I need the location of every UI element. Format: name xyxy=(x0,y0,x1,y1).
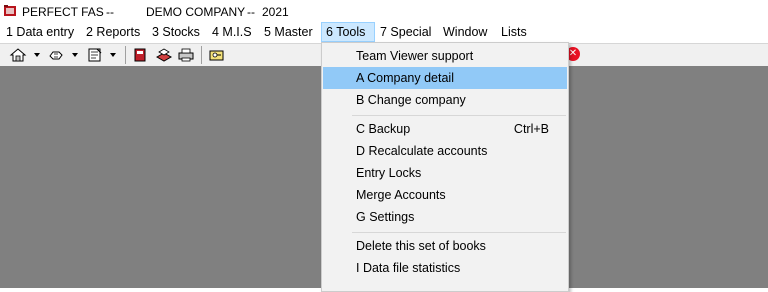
menu-item-shortcut: Ctrl+B xyxy=(513,122,549,136)
chevron-down-icon[interactable] xyxy=(110,53,116,57)
menu-mis[interactable]: 4 M.I.S xyxy=(208,22,256,42)
toolbar-divider xyxy=(125,46,126,64)
notepad-icon[interactable] xyxy=(86,47,104,63)
menu-item-delete-books[interactable]: Delete this set of books xyxy=(323,235,567,257)
menu-reports[interactable]: 2 Reports xyxy=(82,22,144,42)
company-name: DEMO COMPANY xyxy=(146,5,246,19)
menu-data-entry[interactable]: 1 Data entry xyxy=(2,22,78,42)
menu-item-label: A Company detail xyxy=(356,71,454,85)
toolbar-divider xyxy=(201,46,202,64)
menu-item-recalculate-accounts[interactable]: D Recalculate accounts xyxy=(323,140,567,162)
menu-item-label: Merge Accounts xyxy=(356,188,446,202)
menu-lists[interactable]: Lists xyxy=(497,22,531,42)
menu-separator xyxy=(352,232,566,233)
menu-item-label: Entry Locks xyxy=(356,166,422,180)
tools-dropdown-menu: Team Viewer support A Company detail B C… xyxy=(321,42,569,292)
menu-item-label: B Change company xyxy=(356,93,466,107)
printer-icon[interactable] xyxy=(177,47,195,63)
financial-year: 2021 xyxy=(262,5,289,19)
menu-item-merge-accounts[interactable]: Merge Accounts xyxy=(323,184,567,206)
menu-item-team-viewer-support[interactable]: Team Viewer support xyxy=(323,45,567,67)
menu-item-change-company[interactable]: B Change company xyxy=(323,89,567,111)
menu-item-label: I Data file statistics xyxy=(356,261,461,275)
menu-item-company-detail[interactable]: A Company detail xyxy=(323,67,567,89)
title-separator: -- xyxy=(247,5,255,19)
menu-item-entry-locks[interactable]: Entry Locks xyxy=(323,162,567,184)
title-bar: PERFECT FAS -- DEMO COMPANY -- 2021 xyxy=(0,0,768,22)
app-name: PERFECT FAS xyxy=(22,5,104,19)
menu-bar: 1 Data entry 2 Reports 3 Stocks 4 M.I.S … xyxy=(0,22,768,42)
menu-item-label: C Backup xyxy=(356,122,411,136)
hand-icon[interactable] xyxy=(47,47,65,63)
book-red-icon[interactable] xyxy=(132,47,150,63)
home-icon[interactable] xyxy=(9,47,27,63)
menu-tools[interactable]: 6 Tools xyxy=(321,22,375,42)
menu-item-backup[interactable]: C Backup Ctrl+B xyxy=(323,118,567,140)
key-icon[interactable] xyxy=(208,47,226,63)
menu-item-label: Team Viewer support xyxy=(356,49,474,63)
menu-window[interactable]: Window xyxy=(439,22,491,42)
menu-separator xyxy=(352,115,566,116)
chevron-down-icon[interactable] xyxy=(34,53,40,57)
menu-item-label: D Recalculate accounts xyxy=(356,144,488,158)
app-logo-icon xyxy=(4,5,16,16)
title-separator: -- xyxy=(106,5,114,19)
chevron-down-icon[interactable] xyxy=(72,53,78,57)
menu-item-data-file-statistics[interactable]: I Data file statistics xyxy=(323,257,567,279)
menu-item-label: G Settings xyxy=(356,210,415,224)
menu-item-label: Delete this set of books xyxy=(356,239,486,253)
menu-special[interactable]: 7 Special xyxy=(376,22,435,42)
book-open-icon[interactable] xyxy=(155,47,173,63)
menu-master[interactable]: 5 Master xyxy=(260,22,317,42)
menu-stocks[interactable]: 3 Stocks xyxy=(148,22,204,42)
menu-item-settings[interactable]: G Settings xyxy=(323,206,567,228)
